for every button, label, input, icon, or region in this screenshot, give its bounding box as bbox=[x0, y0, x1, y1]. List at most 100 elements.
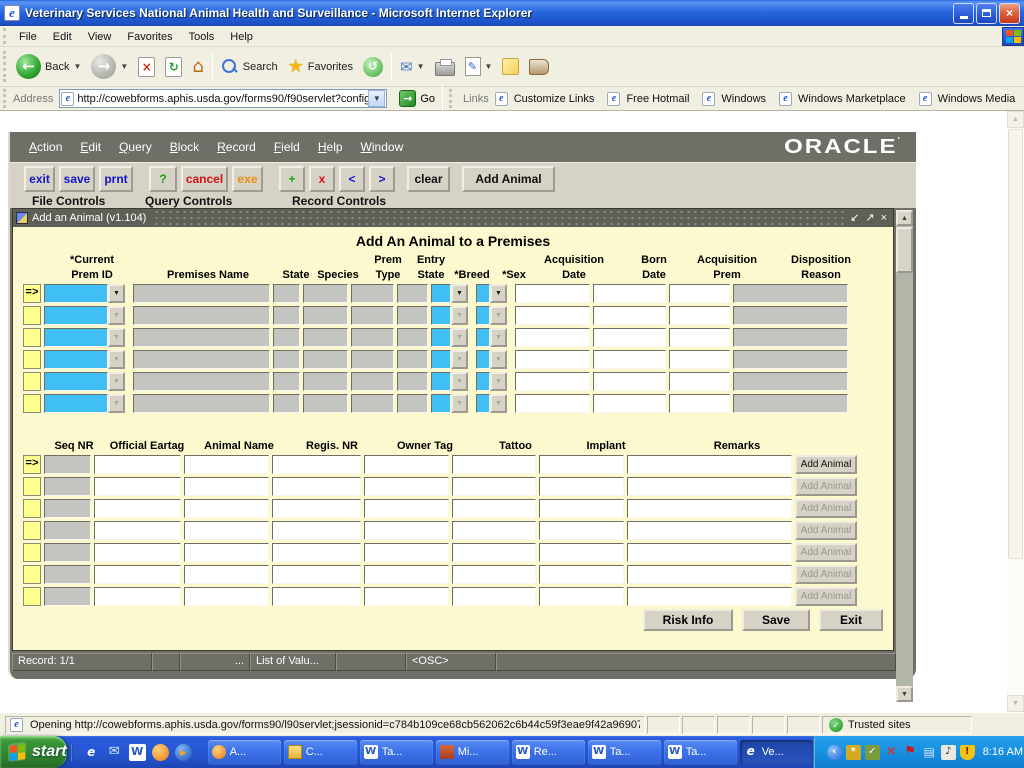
link-windows-media[interactable]: eWindows Media bbox=[919, 92, 1016, 106]
reason-field[interactable] bbox=[733, 350, 848, 369]
save-button[interactable]: Save bbox=[742, 609, 810, 631]
scrollbar-thumb[interactable] bbox=[1008, 129, 1023, 559]
oracle-toolbar-exe-button[interactable]: exe bbox=[232, 166, 263, 192]
seq-nr-field[interactable] bbox=[44, 499, 91, 518]
row-add-animal-button[interactable]: Add Animal bbox=[795, 521, 857, 540]
prem-id-field[interactable] bbox=[44, 284, 108, 303]
record-indicator[interactable]: => bbox=[23, 455, 41, 474]
owner-tag-field[interactable] bbox=[364, 587, 449, 606]
back-dropdown-icon[interactable]: ▼ bbox=[73, 62, 81, 71]
premises-name-field[interactable] bbox=[133, 350, 270, 369]
regis-nr-field[interactable] bbox=[272, 455, 361, 474]
breed-field[interactable] bbox=[431, 394, 451, 413]
sex-field[interactable] bbox=[476, 350, 490, 369]
record-indicator[interactable] bbox=[23, 499, 41, 518]
type-field[interactable] bbox=[351, 328, 394, 347]
seq-nr-field[interactable] bbox=[44, 477, 91, 496]
record-indicator[interactable] bbox=[23, 394, 41, 413]
sex-field[interactable] bbox=[476, 284, 490, 303]
date-field[interactable] bbox=[593, 284, 666, 303]
favorites-button[interactable]: ★ Favorites bbox=[283, 54, 358, 79]
prem-id-dropdown-button[interactable]: ▼ bbox=[108, 372, 125, 391]
species-field[interactable] bbox=[303, 284, 348, 303]
prem-field[interactable] bbox=[669, 394, 730, 413]
date-field[interactable] bbox=[515, 306, 590, 325]
record-indicator[interactable] bbox=[23, 328, 41, 347]
date-field[interactable] bbox=[515, 350, 590, 369]
prem-field[interactable] bbox=[669, 350, 730, 369]
state-field[interactable] bbox=[273, 350, 300, 369]
prem-id-dropdown-button[interactable]: ▼ bbox=[108, 350, 125, 369]
official-eartag-field[interactable] bbox=[94, 499, 181, 518]
animal-name-field[interactable] bbox=[184, 521, 269, 540]
taskbar-task-mi[interactable]: Mi... bbox=[436, 740, 509, 765]
sex-dropdown-button[interactable]: ▼ bbox=[490, 306, 507, 325]
edit-button[interactable]: ✎ ▼ bbox=[460, 55, 498, 78]
premises-name-field[interactable] bbox=[133, 328, 270, 347]
sex-field[interactable] bbox=[476, 306, 490, 325]
reason-field[interactable] bbox=[733, 372, 848, 391]
oracle-menu-action[interactable]: Action bbox=[20, 140, 71, 154]
back-button[interactable]: ← Back ▼ bbox=[11, 52, 86, 81]
ie-menu-favorites[interactable]: Favorites bbox=[119, 29, 180, 45]
tattoo-field[interactable] bbox=[452, 499, 536, 518]
official-eartag-field[interactable] bbox=[94, 543, 181, 562]
breed-dropdown-button[interactable]: ▼ bbox=[451, 306, 468, 325]
oracle-toolbar-save-button[interactable]: save bbox=[59, 166, 95, 192]
state-field[interactable] bbox=[397, 372, 428, 391]
mdi-maximize-icon[interactable]: ↗ bbox=[865, 213, 874, 224]
type-field[interactable] bbox=[351, 284, 394, 303]
prem-id-dropdown-button[interactable]: ▼ bbox=[108, 328, 125, 347]
taskbar-task-ve[interactable]: eVe... bbox=[740, 740, 813, 765]
msn-icon[interactable] bbox=[152, 744, 169, 761]
premises-name-field[interactable] bbox=[133, 372, 270, 391]
restore-button[interactable] bbox=[976, 3, 997, 24]
implant-field[interactable] bbox=[539, 543, 624, 562]
ie-menu-edit[interactable]: Edit bbox=[45, 29, 80, 45]
media-player-icon[interactable]: ▶ bbox=[175, 744, 192, 761]
date-field[interactable] bbox=[593, 306, 666, 325]
breed-field[interactable] bbox=[431, 284, 451, 303]
row-add-animal-button[interactable]: Add Animal bbox=[795, 565, 857, 584]
reason-field[interactable] bbox=[733, 394, 848, 413]
seq-nr-field[interactable] bbox=[44, 587, 91, 606]
link-windows[interactable]: eWindows bbox=[702, 92, 766, 106]
seq-nr-field[interactable] bbox=[44, 543, 91, 562]
go-button[interactable]: → Go bbox=[395, 89, 439, 108]
record-indicator[interactable] bbox=[23, 372, 41, 391]
implant-field[interactable] bbox=[539, 521, 624, 540]
ie-menu-view[interactable]: View bbox=[80, 29, 120, 45]
taskbar-task-ta[interactable]: WTa... bbox=[360, 740, 433, 765]
type-field[interactable] bbox=[351, 394, 394, 413]
implant-field[interactable] bbox=[539, 565, 624, 584]
toolbar-grip[interactable] bbox=[3, 51, 8, 82]
record-indicator[interactable] bbox=[23, 306, 41, 325]
oracle-toolbar-blank-button[interactable]: ? bbox=[149, 166, 177, 192]
close-button[interactable]: × bbox=[999, 3, 1020, 24]
state-field[interactable] bbox=[397, 328, 428, 347]
owner-tag-field[interactable] bbox=[364, 455, 449, 474]
record-indicator[interactable] bbox=[23, 565, 41, 584]
breed-field[interactable] bbox=[431, 372, 451, 391]
oracle-menu-field[interactable]: Field bbox=[265, 140, 309, 154]
animal-name-field[interactable] bbox=[184, 565, 269, 584]
official-eartag-field[interactable] bbox=[94, 565, 181, 584]
oracle-toolbar-blank-button[interactable]: + bbox=[279, 166, 305, 192]
premises-name-field[interactable] bbox=[133, 306, 270, 325]
species-field[interactable] bbox=[303, 372, 348, 391]
mail-button[interactable]: ✉ ▼ bbox=[395, 56, 430, 78]
state-field[interactable] bbox=[397, 284, 428, 303]
premises-name-field[interactable] bbox=[133, 284, 270, 303]
animal-name-field[interactable] bbox=[184, 543, 269, 562]
breed-dropdown-button[interactable]: ▼ bbox=[451, 394, 468, 413]
scroll-up-icon[interactable]: ▲ bbox=[896, 210, 913, 226]
row-add-animal-button[interactable]: Add Animal bbox=[795, 543, 857, 562]
row-add-animal-button[interactable]: Add Animal bbox=[795, 587, 857, 606]
messenger-button[interactable] bbox=[497, 56, 524, 77]
regis-nr-field[interactable] bbox=[272, 477, 361, 496]
applet-scrollbar[interactable]: ▲ ▼ bbox=[896, 210, 913, 702]
record-indicator[interactable] bbox=[23, 521, 41, 540]
breed-dropdown-button[interactable]: ▼ bbox=[451, 284, 468, 303]
remarks-field[interactable] bbox=[627, 543, 792, 562]
implant-field[interactable] bbox=[539, 477, 624, 496]
